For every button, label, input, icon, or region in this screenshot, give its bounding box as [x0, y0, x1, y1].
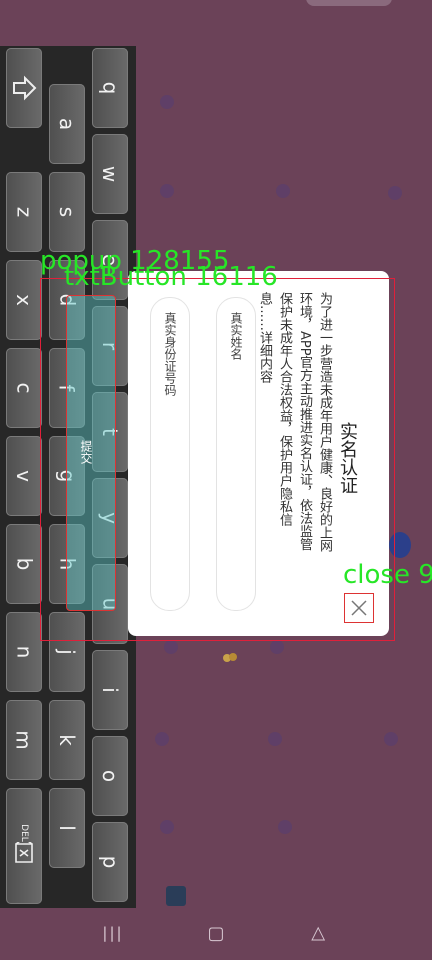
recent-apps-button[interactable]: ||| — [102, 922, 124, 944]
key-i[interactable]: i — [92, 650, 128, 730]
key-p[interactable]: p — [92, 822, 128, 902]
txtbutton-detection-label: txtButton 16116 — [64, 262, 278, 292]
key-q[interactable]: q — [92, 48, 128, 128]
bg-dot — [278, 820, 292, 834]
close-detection-label: close 9 — [343, 560, 432, 590]
key-c[interactable]: c — [6, 348, 42, 428]
coin-icon — [223, 653, 237, 662]
key-w[interactable]: w — [92, 134, 128, 214]
home-button[interactable]: ▢ — [205, 922, 227, 944]
key-n[interactable]: n — [6, 612, 42, 692]
key-s[interactable]: s — [49, 172, 85, 252]
bg-dot — [160, 95, 174, 109]
bg-dot — [155, 732, 169, 746]
key-b[interactable]: b — [6, 524, 42, 604]
shift-key[interactable] — [6, 48, 42, 128]
key-o[interactable]: o — [92, 736, 128, 816]
bg-dot — [270, 640, 284, 654]
bg-dot — [384, 732, 398, 746]
key-x[interactable]: x — [6, 260, 42, 340]
recent-apps-icon: ||| — [102, 924, 124, 942]
key-l[interactable]: l — [49, 788, 85, 868]
back-button[interactable]: ◁ — [308, 922, 330, 944]
delete-key[interactable]: DEL — [6, 788, 42, 904]
key-k[interactable]: k — [49, 700, 85, 780]
home-icon: ▢ — [207, 922, 225, 944]
bg-dot — [160, 820, 174, 834]
backspace-icon — [15, 842, 33, 863]
popup-detection-box — [40, 278, 395, 641]
key-m[interactable]: m — [6, 700, 42, 780]
bg-dot — [164, 640, 178, 654]
key-v[interactable]: v — [6, 436, 42, 516]
app-icon[interactable] — [166, 886, 186, 906]
bg-dot — [160, 184, 174, 198]
shift-icon — [13, 75, 37, 101]
back-icon: ◁ — [308, 926, 330, 940]
bg-dot — [388, 186, 402, 200]
key-a[interactable]: a — [49, 84, 85, 164]
bg-dot — [268, 732, 282, 746]
delete-label: DEL — [18, 824, 29, 842]
top-pill — [306, 0, 392, 6]
key-z[interactable]: z — [6, 172, 42, 252]
bg-dot — [276, 184, 290, 198]
